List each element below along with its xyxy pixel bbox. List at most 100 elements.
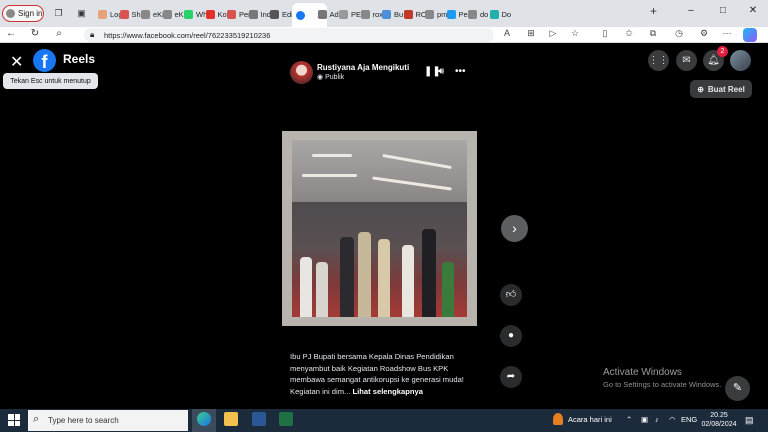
browser-tab[interactable]: rox [360,5,383,23]
share-icon[interactable]: ➦ [500,366,522,388]
browser-tab[interactable]: Ind [248,5,271,23]
ceiling-light [302,174,357,177]
browser-tab-bar: Sign in ❐ ▣ LogShoeKieKiWhKoPerIndEdi✕Ad… [0,0,768,27]
windows-start-icon[interactable] [8,414,20,426]
copilot-icon[interactable] [743,28,757,42]
browser-tab[interactable]: pm [425,5,447,23]
tab-favicon-icon [98,9,107,19]
tray-app-icon[interactable]: ▣ [641,415,648,424]
collections-toolbar-icon[interactable]: ⧉ [646,28,660,39]
tab-actions-icon[interactable]: ▣ [76,8,87,19]
author-avatar[interactable] [290,61,313,84]
taskbar-clock[interactable]: 20.25 02/08/2024 [700,411,738,429]
messenger-icon[interactable]: ✉ [676,50,697,71]
lock-icon: 🔒︎ [90,30,95,39]
favorites-bar-icon[interactable]: ✩ [622,28,636,39]
notification-center-icon[interactable]: ▤ [745,415,754,426]
browser-tab[interactable]: eKi [162,5,185,23]
create-reel-label: Buat Reel [707,84,745,94]
address-bar-row: ← ↻ ⌕ 🔒︎ https://www.facebook.com/reel/7… [0,27,768,43]
tab-favicon-icon [162,9,172,19]
more-horizontal-icon[interactable]: ••• [455,66,466,77]
extensions-icon[interactable]: ⚙ [697,28,711,39]
collections-icon[interactable]: ❐ [53,8,64,19]
language-indicator[interactable]: ENG [681,415,697,424]
profile-icon [6,9,15,18]
compose-edit-icon[interactable]: ✎ [725,376,750,401]
favorite-icon[interactable]: ☆ [568,28,582,39]
file-explorer-icon[interactable] [224,412,238,426]
video-crowd [292,202,467,317]
person-figure [300,257,312,317]
taskbar-search-input[interactable]: ⌕ Type here to search [28,410,188,431]
activate-windows-title: Activate Windows [603,367,682,378]
maximize-icon[interactable]: □ [708,5,738,16]
comment-icon[interactable]: ● [500,325,522,347]
tab-favicon-icon [227,9,236,19]
browser-tab[interactable]: do [468,5,488,23]
edge-icon[interactable] [197,412,211,426]
account-avatar[interactable] [730,50,751,71]
author-name[interactable]: Rustiyana Aja Mengikuti [317,63,409,72]
camera-plus-icon: ⊕ [697,84,704,94]
person-figure [316,262,328,317]
volume-icon[interactable]: 🔊︎ [438,66,444,77]
speaker-icon[interactable]: ♪ [655,415,659,424]
browser-tab[interactable]: Edi [270,5,293,23]
close-icon[interactable]: ✕ [10,52,23,72]
page-title: Reels [63,52,96,66]
visibility-label: ◉ Publik [317,74,345,81]
browser-tab[interactable]: Per [446,5,470,23]
tab-favicon-icon [468,9,477,19]
history-icon[interactable]: ◷ [672,28,686,39]
url-field[interactable]: 🔒︎ https://www.facebook.com/reel/7622335… [84,28,494,42]
create-reel-button[interactable]: ⊕ Buat Reel [690,80,752,98]
tab-favicon-icon [141,9,150,19]
browser-tab[interactable]: Per [227,5,251,23]
browser-tab[interactable]: Adr [317,5,341,23]
search-icon: ⌕ [33,413,40,425]
signin-label: Sign in [18,9,43,18]
browser-tab[interactable]: Ko [205,5,227,23]
person-figure [442,262,454,317]
read-aloud-icon[interactable]: A [500,28,514,38]
browser-tab[interactable]: Wh [184,5,207,23]
tab-favicon-icon [295,10,305,20]
search-icon[interactable]: ⌕ [52,28,66,39]
browser-tab[interactable]: RO [403,5,427,23]
ceiling-light [382,153,452,170]
thumbs-up-icon[interactable]: 👍︎ [500,284,522,306]
reel-video[interactable] [292,140,467,317]
back-icon[interactable]: ← [4,28,18,39]
tab-favicon-icon [425,9,434,19]
facebook-logo-icon[interactable]: f [33,49,56,72]
activate-windows-subtitle: Go to Settings to activate Windows. [603,380,722,389]
new-tab-icon[interactable]: + [648,5,659,17]
tray-chevron-icon[interactable]: ⌃ [626,415,632,424]
excel-icon[interactable] [279,412,293,426]
video-ceiling [292,140,467,202]
wifi-icon[interactable]: ◠ [669,415,676,424]
browser-tab[interactable]: Do [489,5,511,23]
signin-button[interactable]: Sign in [2,5,44,22]
see-more-link[interactable]: Lihat selengkapnya [353,387,423,396]
grid-menu-icon[interactable]: ⋮⋮ [648,50,669,71]
person-figure [422,229,436,317]
media-icon[interactable]: ▷ [546,28,560,39]
tab-label: Ko [217,9,227,19]
chevron-right-icon[interactable]: › [501,215,528,242]
clock-date: 02/08/2024 [701,421,737,428]
browser-tab[interactable]: Bu [382,5,403,23]
settings-more-icon[interactable]: ⋯ [720,28,734,39]
tab-favicon-icon [270,9,279,19]
news-label[interactable]: Acara hari ini [568,415,612,424]
browser-tab[interactable]: eKi [141,5,164,23]
split-screen-icon[interactable]: ▯ [598,28,612,39]
refresh-icon[interactable]: ↻ [28,28,42,39]
minimize-icon[interactable]: – [676,5,706,16]
window-close-icon[interactable]: ✕ [738,5,768,16]
browser-tab[interactable]: PEI [339,5,363,23]
news-weather-icon[interactable] [553,413,563,425]
word-icon[interactable] [252,412,266,426]
apps-icon[interactable]: ⊞ [524,28,538,39]
